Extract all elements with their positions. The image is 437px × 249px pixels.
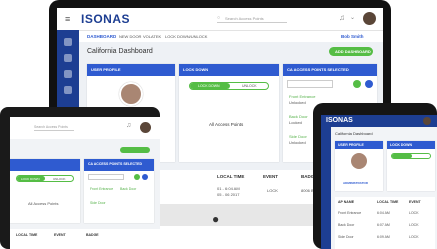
all-access-points-label: All Access Points — [209, 122, 244, 127]
page-title: California Dashboard — [87, 48, 153, 55]
phone-user-card: USER PROFILE ADMINISTRATOR — [335, 141, 383, 191]
tab-new-door[interactable]: NEW DOOR — [119, 34, 141, 39]
phone-screen: ISONAS California Dashboard USER PROFILE… — [321, 115, 437, 249]
tab-dashboard[interactable]: DASHBOARD — [87, 34, 116, 39]
avatar[interactable] — [423, 117, 431, 125]
ap-item[interactable]: Front Entrance — [289, 94, 315, 99]
phone-lock-card: LOCK DOWN — [387, 141, 435, 191]
avatar[interactable] — [363, 12, 376, 25]
menu-icon[interactable]: ≡ — [65, 14, 70, 24]
avatar[interactable] — [140, 122, 151, 133]
tablet-table: LOCAL TIME EVENT BADGE — [10, 229, 160, 249]
top-bar: ≡ ISONAS Search Access Points ○ ♫ ⌄ — [57, 8, 383, 30]
row-event: LOCK — [267, 188, 278, 193]
apple-logo-icon: ● — [212, 212, 220, 226]
tablet-search-input[interactable]: Search Access Points — [34, 125, 74, 131]
lock-toggle[interactable]: LOCK DOWN UNLOCK — [189, 82, 269, 90]
col-local-time: LOCAL TIME — [217, 174, 245, 179]
phone-profile-photo — [351, 153, 367, 169]
ap-item[interactable]: Back Door — [289, 114, 308, 119]
tablet-screen: Search Access Points ♫ LOCK DOWN UNLOCK … — [10, 117, 160, 249]
ap-status-dot — [353, 80, 361, 88]
tablet-all-access: All Access Points — [28, 201, 59, 206]
tablet-top-bar: Search Access Points ♫ — [10, 117, 160, 139]
brand-logo: ISONAS — [81, 12, 131, 26]
phone-header: ISONAS — [321, 115, 437, 127]
ap-select[interactable] — [287, 80, 333, 88]
lock-down-card: LOCK DOWN LOCK DOWN UNLOCK All Access Po… — [179, 64, 279, 162]
tab-bar: DASHBOARD NEW DOOR VOLATEK LOCK DOWN/UNL… — [79, 30, 383, 42]
settings-icon[interactable] — [64, 86, 72, 94]
card-header: CA ACCESS POINTS SELECTED — [283, 64, 377, 76]
tablet-ap-card: CA ACCESS POINTS SELECTED Front Entrance… — [84, 159, 154, 223]
card-header: LOCK DOWN — [179, 64, 279, 76]
table-row: Back Door — [338, 223, 355, 227]
phone-brand-logo: ISONAS — [326, 117, 353, 124]
tab-volatek[interactable]: VOLATEK — [143, 34, 161, 39]
table-row: Side Door — [338, 235, 354, 239]
phone-table: AP NAME LOCAL TIME EVENT Front Entrance … — [335, 197, 435, 249]
bell-icon[interactable]: ♫ — [339, 13, 345, 22]
tablet-add-button[interactable] — [120, 147, 150, 153]
chevron-down-icon[interactable]: ⌄ — [350, 14, 355, 21]
col-event: EVENT — [263, 174, 279, 179]
unlock-button[interactable]: UNLOCK — [242, 84, 257, 88]
phone-lock-toggle[interactable] — [391, 153, 431, 159]
table-row: Front Entrance — [338, 211, 362, 215]
tablet-ap-select[interactable] — [88, 174, 124, 180]
card-header: USER PROFILE — [87, 64, 175, 76]
tablet-lock-toggle[interactable]: LOCK DOWN UNLOCK — [16, 175, 74, 182]
add-dashboard-button[interactable]: ADD DASHBOARD — [329, 47, 373, 56]
profile-photo — [119, 82, 143, 106]
bell-icon[interactable]: ♫ — [126, 122, 131, 129]
search-input[interactable]: Search Access Points ○ — [217, 15, 287, 23]
user-menu[interactable]: Bob Smith — [341, 34, 364, 39]
users-icon[interactable] — [64, 54, 72, 62]
lock-down-button[interactable]: LOCK DOWN — [198, 84, 220, 88]
phone-device: ISONAS California Dashboard USER PROFILE… — [313, 103, 437, 249]
phone-page-title: California Dashboard — [335, 131, 373, 136]
dashboard-icon[interactable] — [64, 38, 72, 46]
tablet-device: Search Access Points ♫ LOCK DOWN UNLOCK … — [0, 107, 160, 249]
door-icon[interactable] — [64, 70, 72, 78]
tablet-lock-card: LOCK DOWN UNLOCK All Access Points — [10, 159, 80, 223]
ap-info-dot — [365, 80, 373, 88]
row-time: 01 - 6:04 AM — [217, 186, 240, 191]
tab-lockdown[interactable]: LOCK DOWN/UNLOCK — [165, 34, 207, 39]
search-icon: ○ — [217, 15, 221, 21]
phone-sidebar — [321, 127, 331, 249]
ap-item[interactable]: Side Door — [289, 134, 307, 139]
